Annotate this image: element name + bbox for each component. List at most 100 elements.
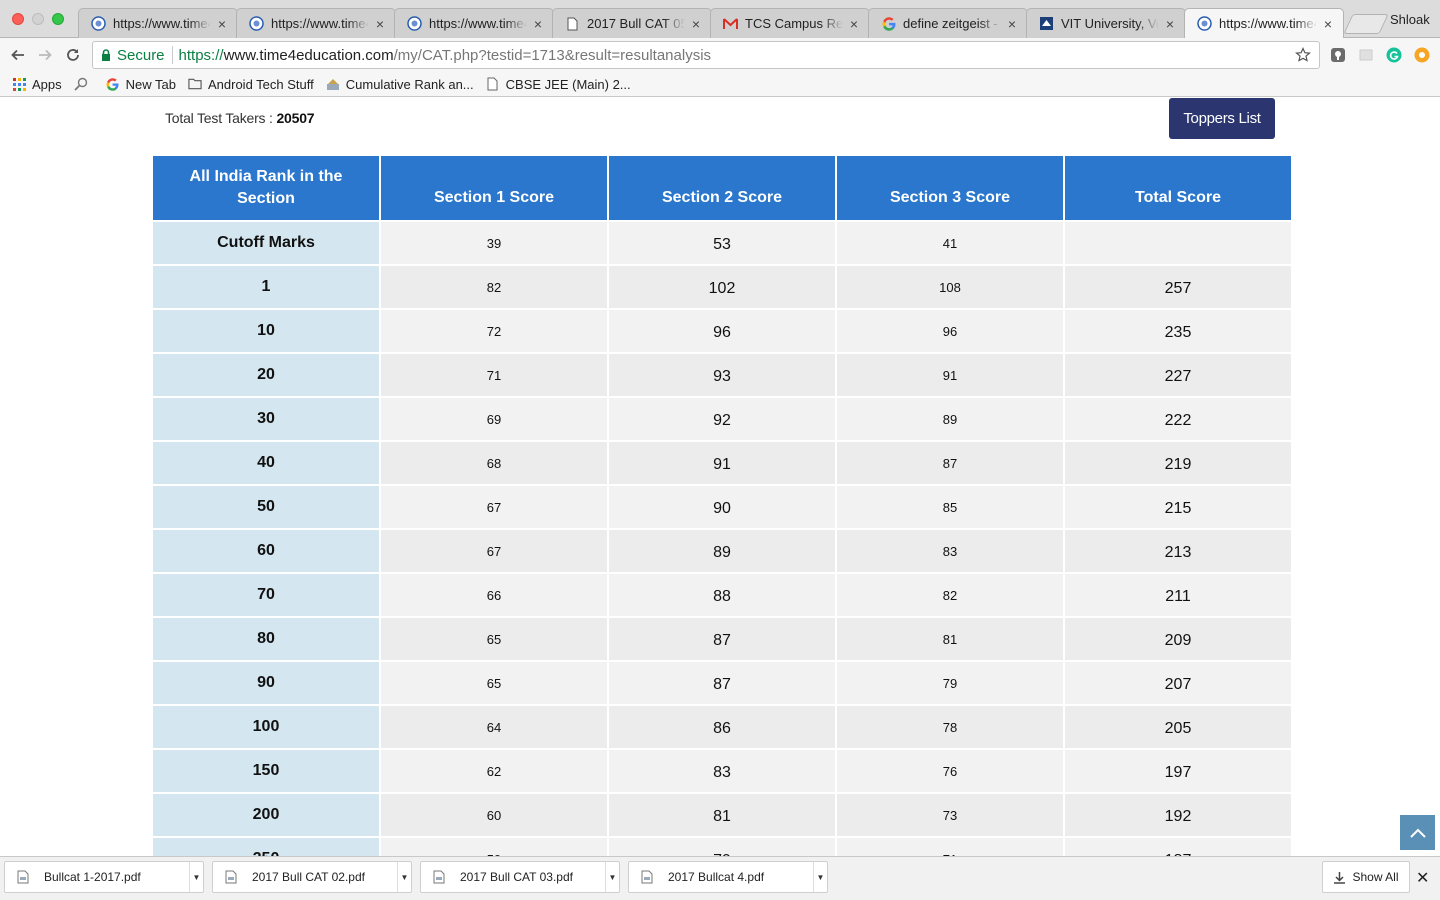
back-button[interactable] — [7, 44, 29, 66]
section3-score-cell: 87 — [837, 442, 1063, 484]
bookmark-cbse-jee[interactable]: CBSE JEE (Main) 2... — [486, 77, 631, 92]
section3-score-cell: 108 — [837, 266, 1063, 308]
window-minimize-button[interactable] — [32, 13, 44, 25]
section3-score-cell: 73 — [837, 794, 1063, 836]
bookmark-apps[interactable]: Apps — [12, 77, 62, 92]
section3-score-cell: 96 — [837, 310, 1063, 352]
section3-score-cell: 71 — [837, 838, 1063, 856]
download-item[interactable]: Bullcat 1-2017.pdf ▼ — [4, 861, 204, 893]
pdf-file-icon — [225, 870, 237, 884]
browser-tab[interactable]: https://www.time4education.com × — [236, 8, 396, 38]
close-icon[interactable]: × — [1163, 17, 1177, 31]
address-bar[interactable]: Secure https://www.time4education.com/my… — [92, 41, 1320, 69]
section1-score-cell: 72 — [381, 310, 607, 352]
total-score-cell: 215 — [1065, 486, 1291, 528]
section1-score-cell: 66 — [381, 574, 607, 616]
table-row: 40 68 91 87 219 — [153, 442, 1291, 484]
section2-score-cell: 87 — [609, 618, 835, 660]
download-item[interactable]: 2017 Bull CAT 02.pdf ▼ — [212, 861, 412, 893]
time4education-icon — [91, 16, 106, 31]
rank-cell: 90 — [153, 662, 379, 704]
bookmark-cumulative-rank[interactable]: Cumulative Rank an... — [326, 77, 474, 92]
total-score-cell: 209 — [1065, 618, 1291, 660]
tab-title: https://www.time4education.com — [429, 16, 527, 31]
tab-title: TCS Campus Recruitment — [745, 16, 843, 31]
total-score-cell: 205 — [1065, 706, 1291, 748]
section1-score-cell: 67 — [381, 530, 607, 572]
browser-tab[interactable]: 2017 Bull CAT 05 × — [552, 8, 712, 38]
profile-name[interactable]: Shloak — [1390, 12, 1430, 27]
forward-button[interactable] — [34, 44, 56, 66]
bookmark-star-icon[interactable] — [1295, 47, 1311, 63]
total-score-cell: 235 — [1065, 310, 1291, 352]
close-icon[interactable]: × — [689, 17, 703, 31]
download-item[interactable]: 2017 Bullcat 4.pdf ▼ — [628, 861, 828, 893]
tab-title: https://www.time4education.com — [113, 16, 211, 31]
section2-score-cell: 53 — [609, 222, 835, 264]
tab-title: https://www.time4education.com — [271, 16, 369, 31]
table-row: 200 60 81 73 192 — [153, 794, 1291, 836]
table-row: 1 82 102 108 257 — [153, 266, 1291, 308]
close-icon[interactable]: × — [215, 17, 229, 31]
bookmark-search[interactable] — [74, 77, 94, 91]
close-icon[interactable]: × — [373, 17, 387, 31]
new-tab-button[interactable] — [1343, 14, 1389, 34]
close-icon[interactable]: × — [1005, 17, 1019, 31]
total-score-cell: 207 — [1065, 662, 1291, 704]
show-all-downloads-button[interactable]: Show All — [1322, 861, 1410, 893]
header-total: Total Score — [1065, 156, 1291, 220]
section2-score-cell: 90 — [609, 486, 835, 528]
rank-cell: 60 — [153, 530, 379, 572]
table-row: 150 62 83 76 197 — [153, 750, 1291, 792]
chevron-down-icon[interactable]: ▼ — [189, 862, 203, 892]
section2-score-cell: 79 — [609, 838, 835, 856]
rank-cell: Cutoff Marks — [153, 222, 379, 264]
total-score-cell: 227 — [1065, 354, 1291, 396]
bookmark-android-tech-stuff[interactable]: Android Tech Stuff — [188, 77, 314, 92]
chevron-down-icon[interactable]: ▼ — [605, 862, 619, 892]
browser-tab[interactable]: VIT University, Vellore × — [1026, 8, 1186, 38]
chevron-down-icon[interactable]: ▼ — [813, 862, 827, 892]
close-icon[interactable]: × — [1321, 17, 1335, 31]
bookmark-new-tab[interactable]: New Tab — [106, 77, 176, 92]
test-takers-label: Total Test Takers : — [165, 110, 277, 126]
section1-score-cell: 60 — [381, 794, 607, 836]
extension-pocket-icon[interactable] — [1330, 47, 1346, 63]
extension-blank-icon[interactable] — [1358, 47, 1374, 63]
browser-tab[interactable]: define zeitgeist - Google Search × — [868, 8, 1028, 38]
section2-score-cell: 89 — [609, 530, 835, 572]
header-section2: Section 2 Score — [609, 156, 835, 220]
total-score-cell — [1065, 222, 1291, 264]
window-zoom-button[interactable] — [52, 13, 64, 25]
tab-title: define zeitgeist - Google Search — [903, 16, 1001, 31]
table-row: 70 66 88 82 211 — [153, 574, 1291, 616]
browser-tab[interactable]: https://www.time4education.com × — [1184, 8, 1344, 38]
toppers-list-button[interactable]: Toppers List — [1169, 98, 1275, 139]
section2-score-cell: 83 — [609, 750, 835, 792]
extension-grammarly-icon[interactable] — [1386, 47, 1402, 63]
rank-cell: 50 — [153, 486, 379, 528]
table-row: 10 72 96 96 235 — [153, 310, 1291, 352]
pdf-file-icon — [641, 870, 653, 884]
reload-button[interactable] — [62, 44, 84, 66]
scroll-to-top-button[interactable] — [1400, 815, 1435, 850]
section1-score-cell: 71 — [381, 354, 607, 396]
window-close-button[interactable] — [12, 13, 24, 25]
total-score-cell: 192 — [1065, 794, 1291, 836]
close-icon[interactable]: × — [847, 17, 861, 31]
section2-score-cell: 86 — [609, 706, 835, 748]
download-item[interactable]: 2017 Bull CAT 03.pdf ▼ — [420, 861, 620, 893]
download-filename: 2017 Bullcat 4.pdf — [668, 870, 765, 884]
secure-label: Secure — [117, 46, 165, 64]
close-icon[interactable]: × — [531, 17, 545, 31]
section2-score-cell: 87 — [609, 662, 835, 704]
close-download-bar-button[interactable]: ✕ — [1416, 868, 1429, 888]
browser-tab[interactable]: https://www.time4education.com × — [394, 8, 554, 38]
extension-orange-icon[interactable] — [1414, 47, 1430, 63]
rank-cell: 200 — [153, 794, 379, 836]
chevron-down-icon[interactable]: ▼ — [397, 862, 411, 892]
rank-cell: 30 — [153, 398, 379, 440]
table-row: 90 65 87 79 207 — [153, 662, 1291, 704]
browser-tab[interactable]: TCS Campus Recruitment × — [710, 8, 870, 38]
browser-tab[interactable]: https://www.time4education.com × — [78, 8, 238, 38]
